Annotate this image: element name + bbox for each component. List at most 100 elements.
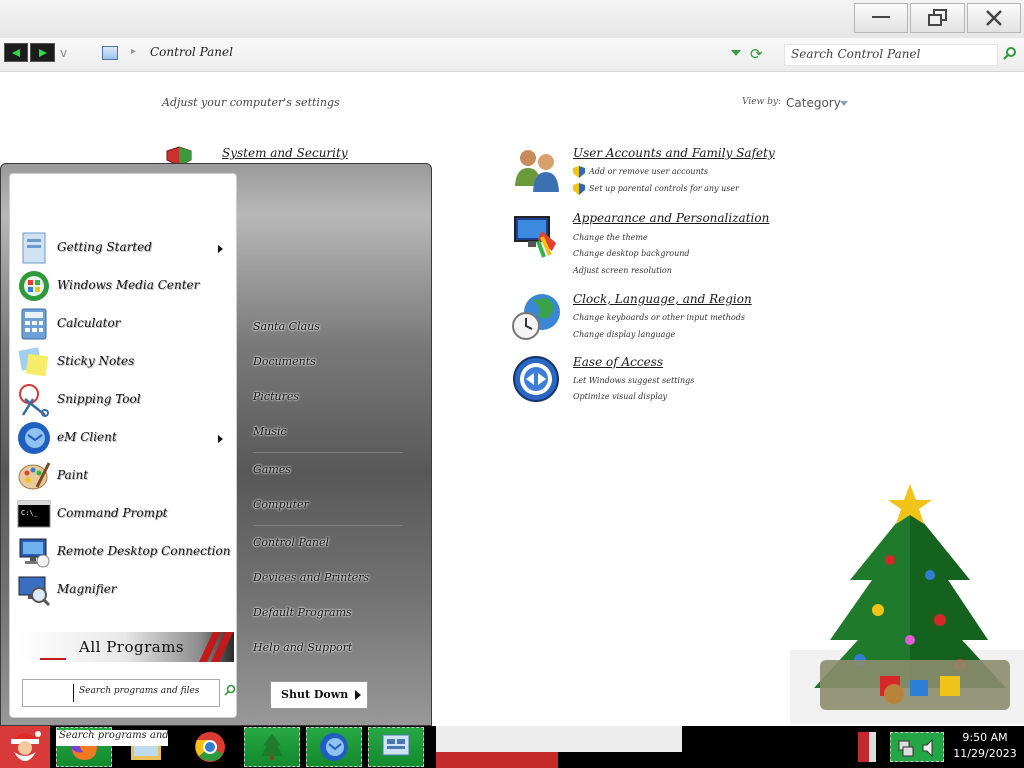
- program-magnifier[interactable]: Magnifier: [17, 573, 237, 609]
- change-background-link[interactable]: Change desktop background: [573, 249, 690, 258]
- menu-divider: [253, 452, 403, 453]
- program-label: Getting Started: [57, 240, 152, 254]
- program-paint[interactable]: Paint: [17, 459, 237, 495]
- program-label: Remote Desktop Connection: [57, 544, 231, 558]
- start-menu: Getting Started Windows Media Center Cal…: [0, 163, 432, 726]
- start-item-pictures[interactable]: Pictures: [253, 390, 299, 403]
- address-bar: v ▸ Control Panel ⟳ Search Control Panel: [0, 38, 1024, 72]
- start-item-default-programs[interactable]: Default Programs: [253, 606, 352, 619]
- taskbar-control-panel[interactable]: [368, 727, 424, 767]
- parental-controls-link[interactable]: Set up parental controls for any user: [589, 184, 739, 193]
- program-windows-media-center[interactable]: Windows Media Center: [17, 269, 237, 305]
- close-button[interactable]: [967, 3, 1021, 33]
- ease-of-access-title[interactable]: Ease of Access: [573, 355, 663, 369]
- minimize-button[interactable]: [854, 3, 908, 33]
- clock-time: 9:50 AM: [962, 731, 1008, 744]
- clock-date: 11/29/2023: [953, 747, 1017, 760]
- search-icon[interactable]: [224, 684, 236, 696]
- search-input[interactable]: Search Control Panel: [784, 44, 998, 66]
- windows-media-center-icon: [19, 271, 49, 301]
- program-calculator[interactable]: Calculator: [17, 307, 237, 343]
- system-security-link[interactable]: System and Security: [222, 146, 348, 160]
- chevron-down-icon[interactable]: [840, 101, 848, 106]
- program-remote-desktop[interactable]: Remote Desktop Connection: [17, 535, 237, 571]
- santa-start-icon: [11, 731, 41, 761]
- christmas-tree-gadget[interactable]: [790, 480, 1024, 724]
- optimize-visual-display-link[interactable]: Optimize visual display: [573, 392, 667, 401]
- change-theme-link[interactable]: Change the theme: [573, 233, 648, 242]
- taskbar-thunderbird[interactable]: [306, 727, 362, 767]
- taskbar-christmas-tree[interactable]: [244, 727, 300, 767]
- program-label: Windows Media Center: [57, 278, 200, 292]
- system-tray[interactable]: [890, 732, 944, 762]
- teddy-bear-icon: [884, 684, 904, 704]
- windows-suggest-settings-link[interactable]: Let Windows suggest settings: [573, 376, 694, 385]
- uac-shield-icon: [573, 183, 585, 195]
- forward-button[interactable]: [30, 43, 55, 62]
- shutdown-options-arrow-icon[interactable]: [355, 690, 361, 700]
- appearance-monitor-icon[interactable]: [512, 211, 562, 261]
- user-accounts-title[interactable]: User Accounts and Family Safety: [573, 146, 775, 160]
- view-by-dropdown[interactable]: Category: [786, 96, 841, 110]
- back-button[interactable]: [4, 43, 28, 62]
- category-ease-of-access: Ease of Access Let Windows suggest setti…: [512, 355, 812, 405]
- all-programs-label: All Programs: [79, 638, 185, 656]
- svg-text:C:\_: C:\_: [21, 509, 39, 517]
- ease-of-access-icon[interactable]: [512, 355, 562, 405]
- program-getting-started[interactable]: Getting Started: [17, 231, 237, 267]
- thunderbird-icon: [320, 733, 348, 761]
- window-titlebar: [0, 0, 1024, 38]
- start-item-santa-claus[interactable]: Santa Claus: [253, 320, 320, 333]
- program-label: Magnifier: [57, 582, 117, 596]
- program-sticky-notes[interactable]: Sticky Notes: [17, 345, 237, 381]
- search-programs-input[interactable]: Search programs and files: [22, 679, 220, 707]
- change-display-language-link[interactable]: Change display language: [573, 330, 675, 339]
- getting-started-icon: [22, 232, 46, 264]
- paint-palette-icon: [18, 462, 51, 490]
- sticky-notes-icon: [18, 347, 49, 377]
- category-appearance: Appearance and Personalization Change th…: [512, 211, 812, 281]
- start-item-documents[interactable]: Documents: [253, 355, 316, 368]
- control-panel-icon: [102, 46, 118, 60]
- start-item-music[interactable]: Music: [253, 425, 287, 438]
- minimize-icon: [872, 16, 890, 18]
- start-item-control-panel[interactable]: Control Panel: [253, 536, 329, 549]
- clock-globe-icon[interactable]: [512, 292, 562, 342]
- program-snipping-tool[interactable]: Snipping Tool: [17, 383, 237, 419]
- start-menu-programs-pane: Getting Started Windows Media Center Cal…: [9, 173, 237, 718]
- recent-pages-dropdown[interactable]: v: [60, 46, 67, 60]
- breadcrumb-separator-icon[interactable]: ▸: [131, 46, 136, 57]
- refresh-icon[interactable]: ⟳: [750, 46, 766, 62]
- category-clock-language: Clock, Language, and Region Change keybo…: [512, 292, 812, 344]
- back-arrow-icon: [12, 48, 20, 57]
- taskbar-clock[interactable]: 9:50 AM 11/29/2023: [946, 730, 1024, 766]
- search-icon[interactable]: [1003, 46, 1017, 60]
- address-dropdown-icon[interactable]: [731, 50, 741, 56]
- change-keyboards-link[interactable]: Change keyboards or other input methods: [573, 313, 745, 322]
- clock-language-title[interactable]: Clock, Language, and Region: [573, 292, 752, 306]
- chrome-icon: [195, 732, 225, 762]
- restore-icon: [927, 9, 947, 26]
- program-label: Sticky Notes: [57, 354, 135, 368]
- screen-resolution-link[interactable]: Adjust screen resolution: [573, 266, 672, 275]
- taskbar-chrome[interactable]: [182, 727, 238, 767]
- start-item-help-support[interactable]: Help and Support: [253, 641, 352, 654]
- user-accounts-icon[interactable]: [512, 146, 562, 196]
- program-em-client[interactable]: eM Client: [17, 421, 237, 457]
- all-programs-button[interactable]: All Programs: [16, 632, 234, 666]
- appearance-title[interactable]: Appearance and Personalization: [573, 211, 769, 225]
- program-command-prompt[interactable]: C:\_ Command Prompt: [17, 497, 237, 533]
- add-remove-accounts-link[interactable]: Add or remove user accounts: [589, 167, 708, 176]
- show-desktop-button[interactable]: [858, 732, 876, 762]
- breadcrumb-control-panel[interactable]: Control Panel: [150, 45, 233, 59]
- start-item-computer[interactable]: Computer: [253, 498, 309, 511]
- start-button[interactable]: [0, 726, 50, 768]
- program-label: Paint: [57, 468, 89, 482]
- start-item-devices-printers[interactable]: Devices and Printers: [253, 571, 369, 584]
- restore-button[interactable]: [910, 3, 965, 33]
- program-label: eM Client: [57, 430, 117, 444]
- taskbar: Search programs and files 9:50 AM 11/29/…: [0, 726, 1024, 768]
- shutdown-button[interactable]: Shut Down: [270, 681, 368, 709]
- start-item-games[interactable]: Games: [253, 463, 291, 476]
- submenu-arrow-icon: [218, 435, 223, 443]
